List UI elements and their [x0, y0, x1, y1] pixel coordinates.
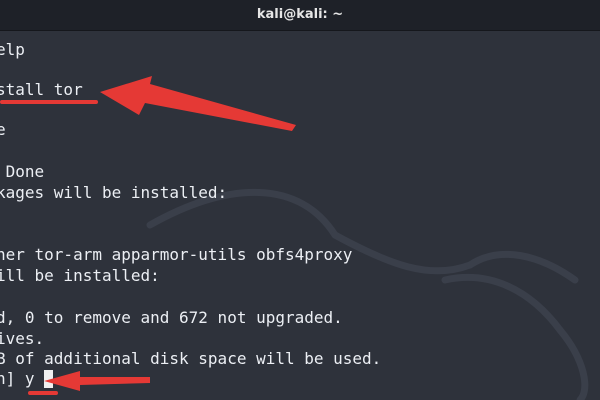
terminal-window: kali@kali: ~ elp stall tor e Done kages … [0, 0, 600, 400]
terminal-cursor[interactable] [44, 370, 53, 388]
terminal-line: her tor-arm apparmor-utils obfs4proxy [0, 245, 353, 264]
kali-dragon-icon [146, 189, 589, 400]
terminal-line: ives. [0, 329, 45, 348]
terminal-line: ill be installed: [0, 266, 160, 285]
terminal-line: Done [0, 162, 45, 181]
annotation-underline [28, 391, 58, 395]
title-bar[interactable]: kali@kali: ~ [0, 0, 600, 31]
terminal-line-command: stall tor [0, 80, 83, 99]
terminal-line: elp [0, 40, 25, 59]
terminal-line: kages will be installed: [0, 183, 228, 202]
terminal-line: d, 0 to remove and 672 not upgraded. [0, 308, 343, 327]
terminal-line: e [0, 120, 6, 139]
annotation-underline [0, 100, 98, 104]
terminal-line-prompt: n] y [0, 369, 35, 388]
window-title: kali@kali: ~ [256, 7, 344, 22]
terminal-line: B of additional disk space will be used. [0, 349, 382, 368]
